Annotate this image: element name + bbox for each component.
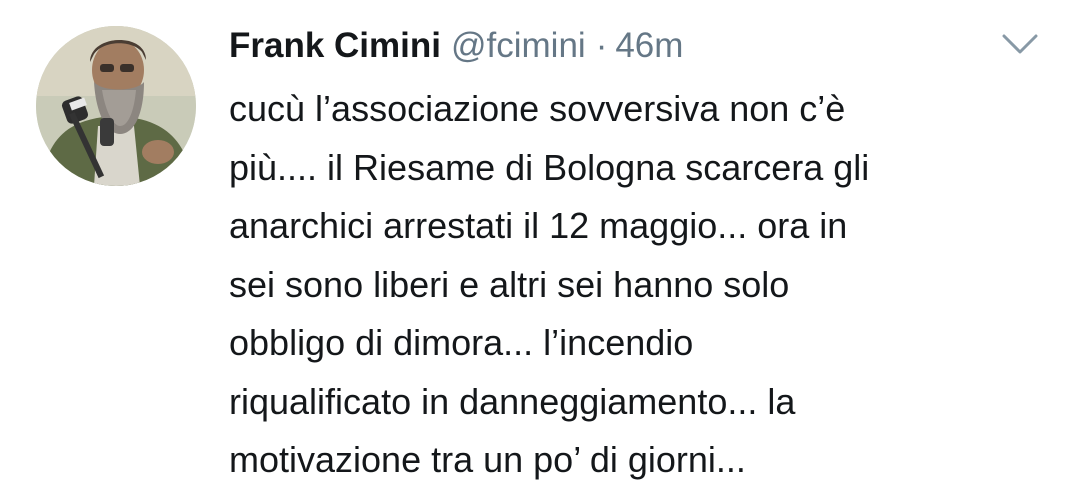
tweet-menu-button[interactable] [1000, 30, 1040, 58]
tweet-text: cucù l’associazione sovversiva non c’è p… [229, 80, 1039, 490]
author-handle[interactable]: @fcimini [451, 22, 586, 70]
tweet-timestamp[interactable]: 46m [615, 22, 683, 70]
author-name[interactable]: Frank Cimini [229, 22, 441, 70]
tweet-text-line: anarchici arrestati il 12 maggio... ora … [229, 205, 848, 246]
tweet-text-line: sei sono liberi e altri sei hanno solo [229, 263, 790, 305]
tweet-text-line: motivazione tra un po’ di giorni... [229, 439, 746, 480]
tweet-text-line: riqualificato in danneggiamento... la [229, 380, 796, 422]
tweet-text-line: cucù l’associazione sovversiva non c’è [229, 88, 846, 129]
tweet[interactable]: Frank Cimini @fcimini · 46m cucù l’assoc… [0, 0, 1080, 504]
chevron-down-icon [1002, 34, 1038, 54]
tweet-text-line: più.... il Riesame di Bologna scarcera g… [229, 146, 870, 188]
tweet-header: Frank Cimini @fcimini · 46m [229, 22, 683, 70]
author-avatar[interactable] [36, 26, 196, 186]
tweet-text-line: obbligo di dimora... l’incendio [229, 322, 694, 363]
person-with-microphone-avatar-icon [36, 26, 196, 186]
header-separator: · [595, 26, 608, 65]
